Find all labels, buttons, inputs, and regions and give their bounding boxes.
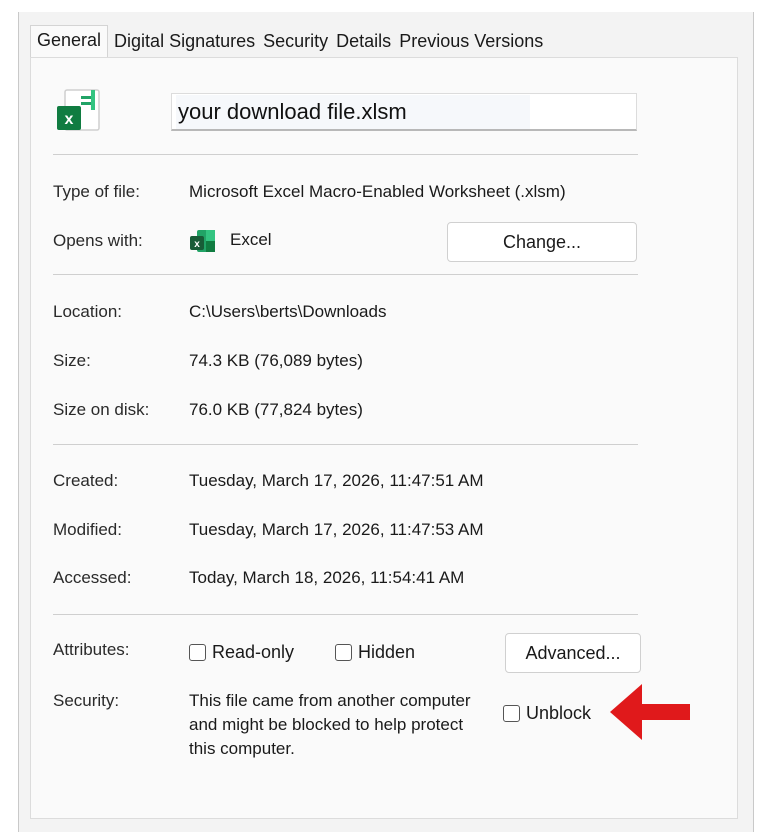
hidden-checkbox[interactable]: Hidden: [335, 642, 415, 663]
unblock-checkbox[interactable]: Unblock: [503, 703, 591, 724]
arrow-left-icon: [608, 682, 692, 742]
location-label: Location:: [53, 302, 122, 321]
checkbox-box[interactable]: [189, 644, 206, 661]
read-only-checkbox[interactable]: Read-only: [189, 642, 294, 663]
type-of-file-value: Microsoft Excel Macro-Enabled Worksheet …: [189, 182, 566, 201]
security-note: This file came from another computer and…: [189, 691, 471, 758]
opens-with-label: Opens with:: [53, 231, 143, 250]
tab-digital-signatures[interactable]: Digital Signatures: [110, 27, 259, 58]
unblock-label: Unblock: [526, 703, 592, 723]
created-value: Tuesday, March 17, 2026, 11:47:51 AM: [189, 471, 484, 490]
excel-icon: x: [189, 228, 217, 254]
size-label: Size:: [53, 351, 91, 370]
change-button[interactable]: Change...: [447, 222, 637, 262]
excel-file-icon: x: [53, 86, 109, 138]
tab-general[interactable]: General: [30, 25, 109, 58]
hidden-label: Hidden: [358, 642, 416, 662]
created-label: Created:: [53, 471, 119, 490]
attributes-label: Attributes:: [53, 640, 130, 659]
opens-with-value: Excel: [230, 230, 272, 249]
advanced-button[interactable]: Advanced...: [505, 633, 641, 673]
divider: [53, 444, 638, 445]
tab-previous-versions[interactable]: Previous Versions: [395, 27, 547, 58]
divider: [53, 154, 638, 155]
modified-value: Tuesday, March 17, 2026, 11:47:53 AM: [189, 520, 484, 539]
location-value: C:\Users\berts\Downloads: [189, 302, 387, 321]
size-on-disk-value: 76.0 KB (77,824 bytes): [189, 400, 363, 419]
divider: [53, 274, 638, 275]
modified-label: Modified:: [53, 520, 122, 539]
svg-text:x: x: [65, 111, 74, 128]
size-value: 74.3 KB (76,089 bytes): [189, 351, 363, 370]
read-only-label: Read-only: [212, 642, 295, 662]
tab-details[interactable]: Details: [332, 27, 395, 58]
security-label: Security:: [53, 691, 120, 710]
accessed-value: Today, March 18, 2026, 11:54:41 AM: [189, 568, 465, 587]
divider: [53, 614, 638, 615]
size-on-disk-label: Size on disk:: [53, 400, 150, 419]
type-of-file-label: Type of file:: [53, 182, 140, 201]
tab-security[interactable]: Security: [259, 27, 332, 58]
file-name-field[interactable]: [171, 93, 637, 131]
svg-text:x: x: [194, 239, 200, 250]
checkbox-box[interactable]: [335, 644, 352, 661]
accessed-label: Accessed:: [53, 568, 132, 587]
tab-bar: General Digital Signatures Security Deta…: [30, 25, 547, 58]
file-name-input[interactable]: [176, 95, 530, 129]
checkbox-box[interactable]: [503, 705, 520, 722]
